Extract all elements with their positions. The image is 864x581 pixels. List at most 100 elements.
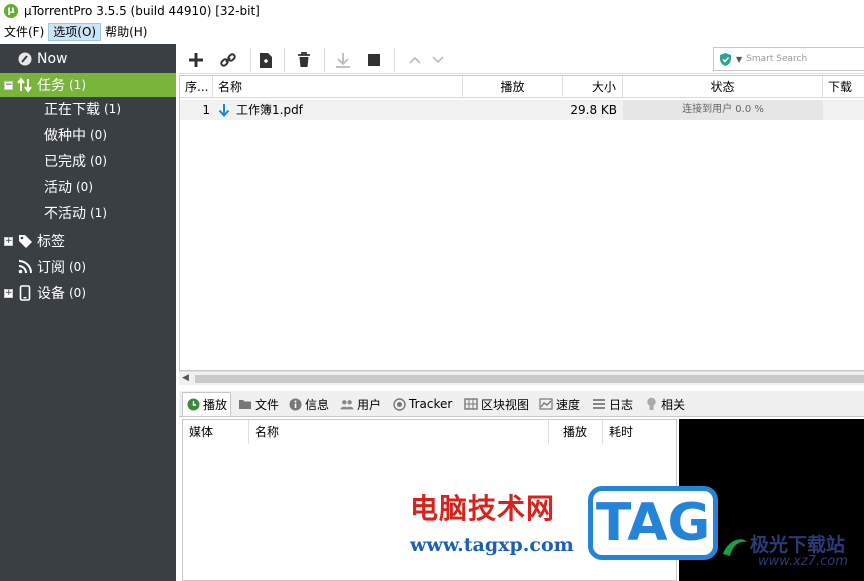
sidebar-item-label: 标签 [37,234,65,250]
tab-pieces[interactable]: 区块视图 [461,392,532,416]
sidebar-item-label: 订阅 [37,260,65,276]
sidebar-item-label: 活动 [44,180,72,196]
watermark-logo-icon [723,539,747,556]
sidebar-item-count: (1) [90,206,107,220]
watermark-site-cn: 极光下载站 [750,534,846,556]
sidebar-item-downloading[interactable]: 正在下载 (1) [0,97,176,121]
sidebar-item-count: (0) [69,286,86,300]
row-status: 连接到用户 0.0 % [623,100,823,120]
device-icon [17,285,33,301]
menu-help[interactable]: 帮助(H) [101,23,151,41]
tab-label: Tracker [409,397,453,411]
sidebar-item-inactive[interactable]: 不活动 (1) [0,201,176,225]
remove-button[interactable] [294,50,314,70]
tab-peers[interactable]: 用户 [337,392,384,416]
tab-files[interactable]: 文件 [235,392,282,416]
collapse-icon[interactable]: − [4,80,13,90]
sidebar-item-label: 正在下载 [44,102,100,118]
play-icon [186,398,200,412]
sidebar-item-now[interactable]: Now [0,47,176,71]
title-bar: µ µTorrentPro 3.5.5 (build 44910) [32-bi… [0,0,864,22]
col-header-status[interactable]: 状态 [623,76,823,98]
bulb-icon [644,397,658,411]
media-col-duration[interactable]: 耗时 [603,420,677,444]
downloading-arrow-icon [218,100,234,120]
tab-label: 区块视图 [481,397,530,412]
media-col-media[interactable]: 媒体 [183,420,249,444]
sidebar-item-label: 已完成 [44,154,86,170]
watermark-url: www.tagxp.com [410,534,574,556]
row-play [463,100,563,120]
col-header-size[interactable]: 大小 [563,76,623,98]
start-button[interactable] [333,50,353,70]
move-down-button[interactable] [428,50,448,70]
detail-tabs: 播放 文件 信息 用户 Tracker 区块视图 速度 日志 相关 [179,391,864,417]
sidebar-item-label: 设备 [37,286,65,302]
sidebar-item-completed[interactable]: 已完成 (0) [0,149,176,173]
sidebar-item-seeding[interactable]: 做种中 (0) [0,123,176,147]
move-up-button[interactable] [405,50,425,70]
add-url-button[interactable] [218,50,238,70]
window-title: µTorrentPro 3.5.5 (build 44910) [32-bit] [24,4,260,18]
col-header-download[interactable]: 下载 [823,76,864,98]
sidebar-item-label: 做种中 [44,128,86,144]
tab-tracker[interactable]: Tracker [389,392,455,416]
scroll-thumb[interactable] [195,375,864,383]
watermark-site: 极光下载站 www.xz7.com [720,530,860,578]
speed-chart-icon [539,397,553,411]
sidebar-item-count: (1) [69,78,86,92]
download-arrow-icon [336,53,350,68]
table-row[interactable]: 1 工作簿1.pdf 29.8 KB 连接到用户 0.0 % [180,100,864,120]
sidebar-item-label: 任务 [37,78,65,94]
shield-icon[interactable] [719,52,732,67]
tab-info[interactable]: 信息 [285,392,332,416]
list-header: 序... 名称 播放 大小 状态 下载 [180,76,864,98]
create-torrent-button[interactable] [256,50,276,70]
sidebar: Now − 任务 (1) 正在下载 (1) 做种中 (0) 已完成 (0) 活动… [0,44,176,581]
sidebar-item-labels[interactable]: + 标签 [0,229,176,253]
menu-file[interactable]: 文件(F) [0,23,48,41]
stop-button[interactable] [364,50,384,70]
now-icon [17,51,33,67]
search-dropdown-icon[interactable]: ▼ [736,55,742,64]
sidebar-item-count: (1) [104,102,121,116]
chevron-up-icon [409,56,421,64]
horizontal-scrollbar[interactable]: ◀ [179,371,864,385]
menu-bar: 文件(F) 选项(O) 帮助(H) [0,22,864,42]
col-header-name[interactable]: 名称 [213,76,463,98]
scroll-left-icon[interactable]: ◀ [182,373,189,383]
tab-label: 用户 [357,397,382,412]
row-name: 工作簿1.pdf [236,103,303,117]
add-torrent-button[interactable] [186,50,206,70]
row-index: 1 [202,103,210,117]
sidebar-item-count: (0) [76,180,93,194]
sidebar-item-label: Now [37,51,68,67]
sidebar-item-feeds[interactable]: 订阅 (0) [0,255,176,279]
sidebar-item-count: (0) [90,128,107,142]
media-col-play[interactable]: 播放 [549,420,603,444]
torrent-list: 序... 名称 播放 大小 状态 下载 1 工作簿1.pdf 29.8 KB 连… [179,75,864,371]
expand-icon[interactable]: + [4,288,13,298]
link-icon [220,53,236,67]
tab-play[interactable]: 播放 [182,392,232,416]
transfer-arrows-icon [17,77,33,93]
sidebar-item-devices[interactable]: + 设备 (0) [0,281,176,305]
log-icon [592,397,606,411]
menu-options[interactable]: 选项(O) [48,23,102,41]
toolbar: ▼ Smart Search [178,44,864,74]
smart-search[interactable]: ▼ Smart Search [713,47,864,71]
col-header-index[interactable]: 序... [180,76,213,98]
sidebar-item-active[interactable]: 活动 (0) [0,175,176,199]
tab-label: 日志 [609,397,634,412]
sidebar-item-tasks[interactable]: − 任务 (1) [0,73,176,97]
tab-speed[interactable]: 速度 [536,392,583,416]
tab-related[interactable]: 相关 [641,392,688,416]
new-file-icon [260,52,272,68]
tab-label: 速度 [556,397,581,412]
col-header-play[interactable]: 播放 [463,76,563,98]
tab-log[interactable]: 日志 [589,392,636,416]
media-col-name[interactable]: 名称 [249,420,549,444]
trash-icon [298,52,310,67]
chevron-down-icon [432,56,444,64]
expand-icon[interactable]: + [4,236,13,246]
